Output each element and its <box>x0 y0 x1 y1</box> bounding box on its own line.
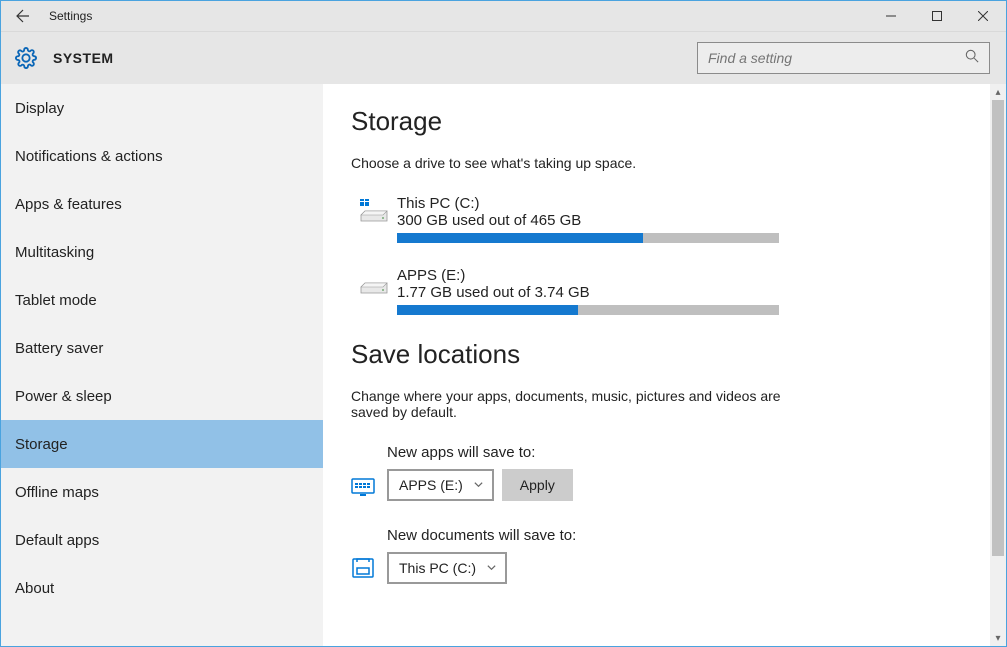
drive-name: This PC (C:) <box>397 195 787 212</box>
window-title: Settings <box>49 9 92 23</box>
header: SYSTEM <box>1 32 1006 84</box>
save-location-row: This PC (C:) <box>351 552 962 584</box>
sidebar-item-apps-features[interactable]: Apps & features <box>1 180 323 228</box>
sidebar-item-default-apps[interactable]: Default apps <box>1 516 323 564</box>
sidebar-item-about[interactable]: About <box>1 564 323 612</box>
content-area: Storage Choose a drive to see what's tak… <box>323 84 990 646</box>
minimize-button[interactable] <box>868 1 914 31</box>
search-input[interactable] <box>708 50 965 66</box>
breadcrumb: SYSTEM <box>53 50 114 66</box>
vertical-scrollbar[interactable]: ▴ ▾ <box>990 84 1006 646</box>
drive-item[interactable]: APPS (E:)1.77 GB used out of 3.74 GB <box>351 267 962 315</box>
minimize-icon <box>886 11 896 21</box>
sidebar-item-label: Offline maps <box>15 484 99 501</box>
scroll-track[interactable] <box>990 100 1006 630</box>
save-location-row: APPS (E:) Apply <box>351 469 962 501</box>
scroll-thumb[interactable] <box>992 100 1004 556</box>
sidebar-item-offline-maps[interactable]: Offline maps <box>1 468 323 516</box>
save-locations-heading: Save locations <box>351 339 962 370</box>
sidebar-item-storage[interactable]: Storage <box>1 420 323 468</box>
sidebar-item-battery-saver[interactable]: Battery saver <box>1 324 323 372</box>
storage-subtext: Choose a drive to see what's taking up s… <box>351 155 962 171</box>
sidebar-item-label: Battery saver <box>15 340 103 357</box>
sidebar-item-label: Apps & features <box>15 196 122 213</box>
scroll-up-button[interactable]: ▴ <box>990 84 1006 100</box>
back-button[interactable] <box>1 1 45 31</box>
save-location-label: New apps will save to: <box>387 444 962 461</box>
sidebar-item-label: Power & sleep <box>15 388 112 405</box>
sidebar-item-notifications-actions[interactable]: Notifications & actions <box>1 132 323 180</box>
drive-usage: 1.77 GB used out of 3.74 GB <box>397 284 787 301</box>
drive-icon <box>351 267 397 315</box>
chevron-down-icon <box>473 477 484 493</box>
search-box[interactable] <box>697 42 990 74</box>
save-locations-subtext: Change where your apps, documents, music… <box>351 388 791 420</box>
apps-icon <box>351 473 387 497</box>
drive-name: APPS (E:) <box>397 267 787 284</box>
sidebar-item-label: Default apps <box>15 532 99 549</box>
drive-usage-bar <box>397 305 779 315</box>
sidebar-item-label: Display <box>15 100 64 117</box>
sidebar-item-label: Storage <box>15 436 68 453</box>
drive-icon <box>351 195 397 243</box>
close-button[interactable] <box>960 1 1006 31</box>
close-icon <box>978 11 988 21</box>
dropdown-value: APPS (E:) <box>399 477 463 493</box>
drive-usage: 300 GB used out of 465 GB <box>397 212 787 229</box>
sidebar-item-label: About <box>15 580 54 597</box>
save-location-label: New documents will save to: <box>387 527 962 544</box>
search-icon <box>965 49 979 68</box>
maximize-icon <box>932 11 942 21</box>
sidebar-item-multitasking[interactable]: Multitasking <box>1 228 323 276</box>
save-location-dropdown[interactable]: This PC (C:) <box>387 552 507 584</box>
dropdown-value: This PC (C:) <box>399 560 476 576</box>
sidebar-item-label: Multitasking <box>15 244 94 261</box>
sidebar: Display Notifications & actions Apps & fea… <box>1 84 323 646</box>
drive-usage-bar <box>397 233 779 243</box>
apply-button[interactable]: Apply <box>502 469 573 501</box>
drive-item[interactable]: This PC (C:)300 GB used out of 465 GB <box>351 195 962 243</box>
sidebar-item-label: Tablet mode <box>15 292 97 309</box>
save-location-dropdown[interactable]: APPS (E:) <box>387 469 494 501</box>
chevron-down-icon <box>486 560 497 576</box>
storage-heading: Storage <box>351 106 962 137</box>
title-bar: Settings <box>1 1 1006 32</box>
back-arrow-icon <box>15 8 31 24</box>
maximize-button[interactable] <box>914 1 960 31</box>
documents-icon <box>351 556 387 580</box>
gear-icon <box>15 47 37 69</box>
sidebar-item-tablet-mode[interactable]: Tablet mode <box>1 276 323 324</box>
scroll-down-button[interactable]: ▾ <box>990 630 1006 646</box>
sidebar-item-power-sleep[interactable]: Power & sleep <box>1 372 323 420</box>
sidebar-item-label: Notifications & actions <box>15 148 163 165</box>
sidebar-item-display[interactable]: Display <box>1 84 323 132</box>
